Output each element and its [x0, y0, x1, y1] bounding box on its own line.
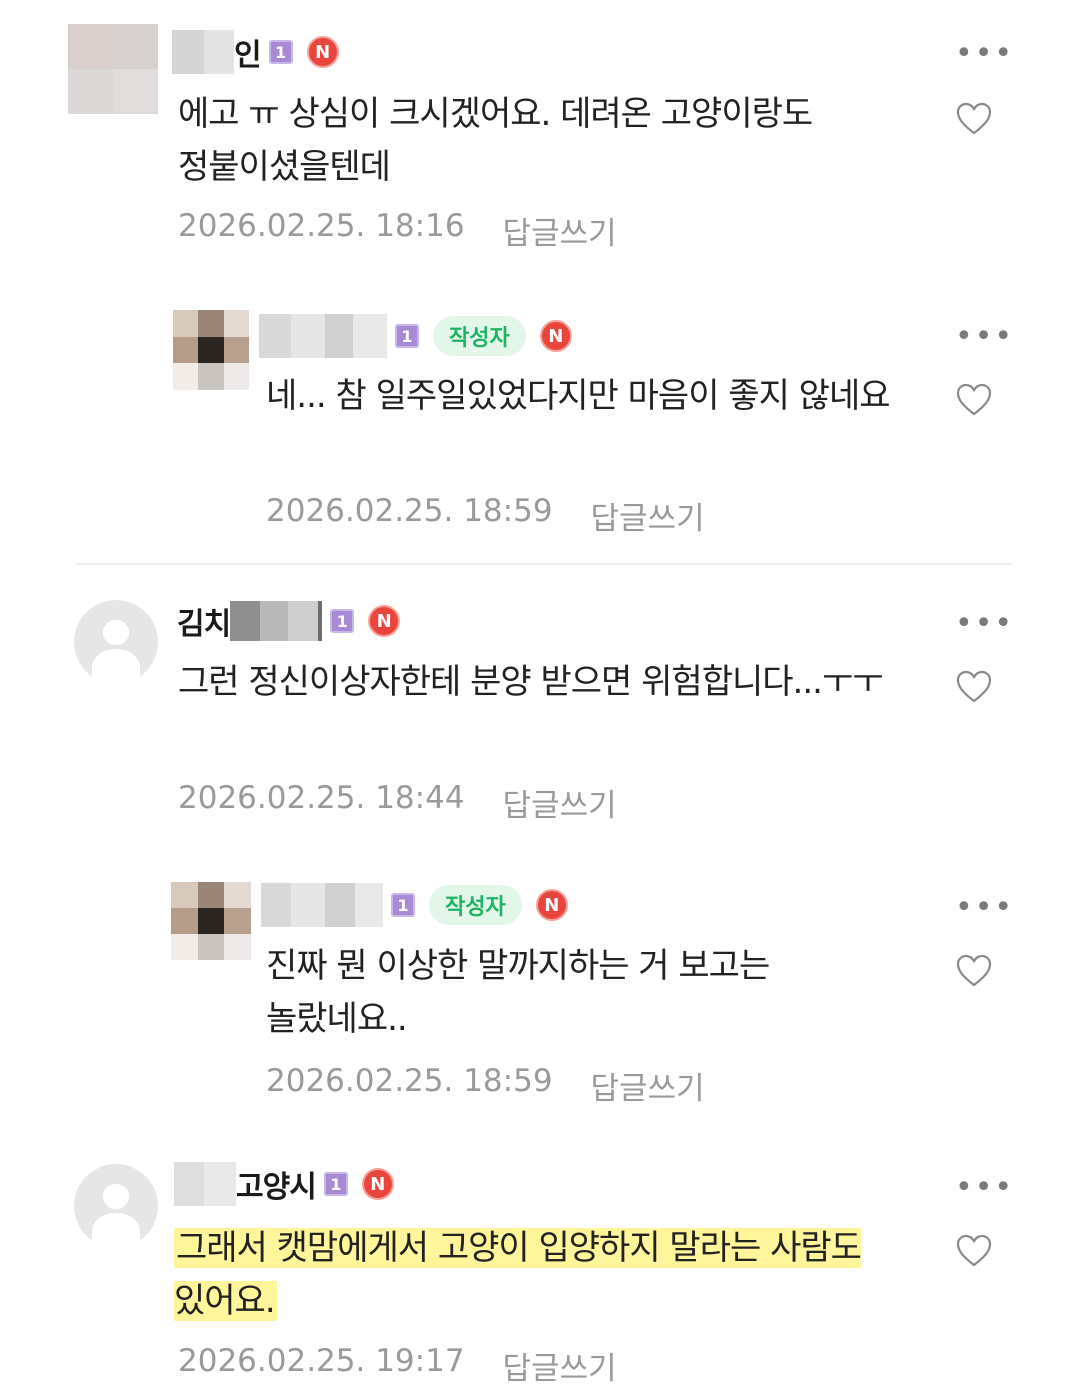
- reply-button[interactable]: 답글쓰기: [503, 1343, 617, 1388]
- highlighted-text: 그래서 캣맘에게서 고양이 입양하지 말라는 사람도 있어요.: [174, 1228, 862, 1321]
- avatar[interactable]: [171, 882, 251, 960]
- comment-date: 2026.02.25. 18:44: [178, 780, 465, 816]
- blurred-nickname: [259, 314, 387, 358]
- comment-text: 진짜 뭔 이상한 말까지하는 거 보고는 놀랐네요..: [266, 946, 770, 1039]
- blurred-nickname: [230, 601, 323, 641]
- comment-author[interactable]: 1 작성자 N: [261, 881, 568, 929]
- reply-button[interactable]: 답글쓰기: [591, 1063, 705, 1108]
- comment-date: 2026.02.25. 19:17: [178, 1343, 465, 1379]
- more-options-icon[interactable]: •••: [955, 322, 1012, 352]
- level-badge: 1: [323, 1172, 348, 1196]
- more-options-icon[interactable]: •••: [955, 609, 1012, 639]
- more-options-icon[interactable]: •••: [955, 893, 1012, 923]
- comment-text: 네... 참 일주일있었다지만 마음이 좋지 않네요: [266, 376, 891, 416]
- heart-icon[interactable]: [956, 383, 992, 417]
- level-badge: 1: [395, 324, 419, 348]
- comment-date: 2026.02.25. 18:59: [266, 493, 553, 529]
- comment-date: 2026.02.25. 18:59: [266, 1063, 553, 1099]
- comment-meta: 2026.02.25. 18:16 답글쓰기: [178, 208, 617, 253]
- comment-text: 에고 ㅠ 상심이 크시겠어요. 데려온 고양이랑도 정붙이셨을텐데: [178, 94, 813, 187]
- heart-icon[interactable]: [956, 102, 992, 136]
- comment-author[interactable]: 김치 1 N: [177, 597, 401, 645]
- reply-button[interactable]: 답글쓰기: [503, 208, 617, 253]
- comment-text: 그래서 캣맘에게서 고양이 입양하지 말라는 사람도 있어요.: [174, 1222, 914, 1328]
- more-options-icon[interactable]: •••: [955, 39, 1012, 69]
- comment-author[interactable]: 고양시 1 N: [174, 1160, 394, 1208]
- level-badge: 1: [330, 609, 355, 633]
- comment-meta: 2026.02.25. 18:59 답글쓰기: [266, 493, 705, 538]
- new-badge: N: [535, 889, 568, 921]
- default-avatar-icon[interactable]: [74, 600, 158, 684]
- comment-meta: 2026.02.25. 18:59 답글쓰기: [266, 1063, 705, 1108]
- reply-button[interactable]: 답글쓰기: [591, 493, 705, 538]
- nickname-visible: 김치: [177, 607, 231, 642]
- reply-button[interactable]: 답글쓰기: [503, 780, 617, 825]
- heart-icon[interactable]: [956, 670, 992, 704]
- heart-icon[interactable]: [956, 954, 992, 988]
- level-badge: 1: [391, 893, 415, 917]
- comment-author[interactable]: 인 1 N: [172, 28, 339, 76]
- blurred-nickname: [172, 30, 234, 74]
- new-badge: N: [361, 1168, 394, 1200]
- comment-meta: 2026.02.25. 19:17 답글쓰기: [178, 1343, 617, 1388]
- new-badge: N: [539, 320, 572, 352]
- nickname-visible: 고양시: [236, 1170, 317, 1205]
- new-badge: N: [368, 605, 401, 637]
- avatar[interactable]: [68, 24, 158, 114]
- comment-author[interactable]: 1 작성자 N: [259, 312, 572, 360]
- comment-text: 그런 정신이상자한테 분양 받으면 위험합니다...ㅜㅜ: [178, 662, 884, 702]
- nickname-visible: 인: [234, 38, 262, 73]
- level-badge: 1: [268, 40, 293, 64]
- comment-date: 2026.02.25. 18:16: [178, 208, 465, 244]
- blurred-nickname: [174, 1162, 236, 1206]
- new-badge: N: [306, 36, 339, 68]
- author-badge: 작성자: [429, 885, 522, 925]
- thread-divider: [76, 563, 1012, 565]
- default-avatar-icon[interactable]: [74, 1164, 158, 1248]
- more-options-icon[interactable]: •••: [955, 1173, 1012, 1203]
- author-badge: 작성자: [433, 316, 526, 356]
- avatar[interactable]: [173, 310, 249, 390]
- blurred-nickname: [261, 883, 383, 927]
- heart-icon[interactable]: [956, 1234, 992, 1268]
- comment-meta: 2026.02.25. 18:44 답글쓰기: [178, 780, 617, 825]
